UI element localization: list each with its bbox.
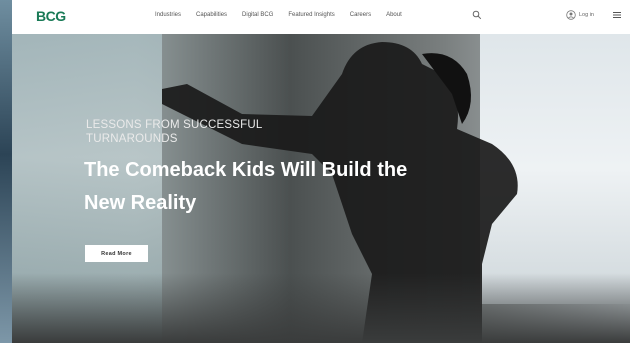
hero-headline: The Comeback Kids Will Build the New Rea… (84, 159, 408, 214)
bcg-logo[interactable]: BCG (36, 8, 66, 24)
nav-item-about[interactable]: About (386, 12, 402, 18)
hero-eyebrow: Lessons From Successful Turnarounds (86, 119, 263, 145)
nav-item-capabilities[interactable]: Capabilities (196, 12, 227, 18)
site-header: BCG Industries Capabilities Digital BCG … (12, 0, 630, 34)
user-icon (566, 10, 576, 20)
menu-icon[interactable] (612, 10, 622, 20)
hero-floor-shadow (12, 273, 630, 343)
hero-banner: Lessons From Successful Turnarounds The … (12, 34, 630, 343)
login-label: Log in (579, 12, 594, 18)
search-icon[interactable] (472, 10, 482, 20)
read-more-button[interactable]: Read More (85, 245, 148, 262)
nav-item-featured-insights[interactable]: Featured Insights (288, 12, 334, 18)
nav-item-industries[interactable]: Industries (155, 12, 181, 18)
nav-item-careers[interactable]: Careers (350, 12, 371, 18)
login-link[interactable]: Log in (566, 10, 594, 20)
main-nav: Industries Capabilities Digital BCG Feat… (155, 12, 402, 18)
nav-item-digital-bcg[interactable]: Digital BCG (242, 12, 273, 18)
previous-slide-edge (0, 0, 12, 343)
